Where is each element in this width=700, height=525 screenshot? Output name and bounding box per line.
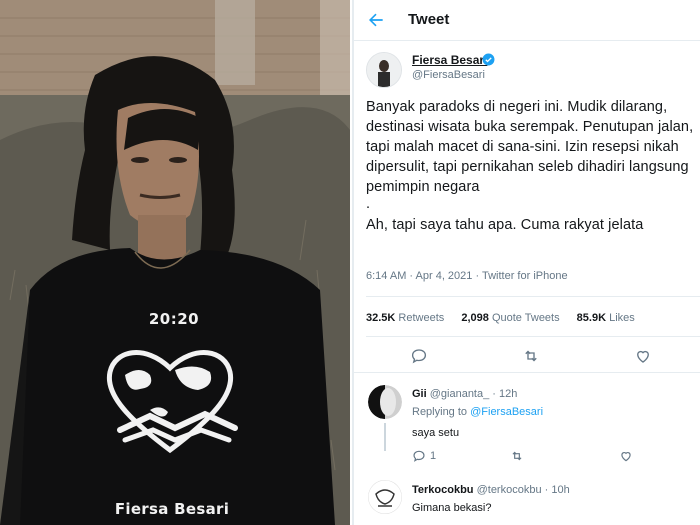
thread-line (384, 423, 386, 451)
tweet-line: pemimpin negara (366, 179, 480, 195)
reply-text: Gimana bekasi? (412, 502, 492, 514)
likes-stat[interactable]: 85.9K Likes (577, 312, 635, 324)
avatar-image (367, 53, 401, 87)
replying-to: Replying to @FiersaBesari (412, 406, 543, 418)
replying-prefix: Replying to (412, 406, 468, 418)
reply-author: Terkocokbu @terkocokbu · 10h (412, 484, 570, 496)
avatar-image (368, 480, 402, 514)
reply-handle: @giananta_ · 12h (429, 388, 518, 400)
author-handle[interactable]: @FiersaBesari (412, 69, 485, 81)
tweet-line: tapi malah macet di sana-sini. Izin rese… (366, 139, 679, 155)
tweet-last-line: Ah, tapi saya tahu apa. Cuma rakyat jela… (366, 217, 644, 233)
author-name[interactable]: Fiersa Besari (412, 53, 487, 67)
retweets-label: Retweets (398, 312, 445, 324)
tweet-panel: Tweet Fiersa Besari @FiersaBesari Banyak… (352, 0, 700, 525)
divider (366, 336, 700, 337)
reply-avatar[interactable] (368, 385, 402, 419)
tweet-stats: 32.5K Retweets 2,098 Quote Tweets 85.9K … (366, 312, 649, 324)
retweets-stat[interactable]: 32.5K Retweets (366, 312, 444, 324)
tweet-line: destinasi wisata buka serempak. Penutupa… (366, 119, 694, 135)
tweet-line: Banyak paradoks di negeri ini. Mudik dil… (366, 99, 668, 115)
like-icon[interactable] (619, 449, 633, 463)
tweet-line: dipersulit, tapi pernikahan seleb dihadi… (366, 159, 689, 175)
reply-icon[interactable] (410, 347, 428, 365)
divider (354, 372, 700, 373)
retweet-icon[interactable] (510, 449, 524, 463)
divider (366, 296, 700, 297)
reply-handle: @terkocokbu · 10h (476, 484, 570, 496)
reply-author: Gii @giananta_ · 12h (412, 388, 517, 400)
shirt-brand-text: Fiersa Besari (114, 500, 230, 518)
reply-text: saya setu (412, 427, 460, 439)
reply-avatar[interactable] (368, 480, 402, 514)
like-icon[interactable] (634, 347, 652, 365)
tweet-body: Banyak paradoks di negeri ini. Mudik dil… (366, 97, 700, 235)
tweet-dot: . (366, 196, 371, 212)
reply-icon[interactable] (412, 449, 426, 463)
retweet-icon[interactable] (522, 347, 540, 365)
reply-author-name[interactable]: Gii (412, 388, 427, 400)
reply-author-name[interactable]: Terkocokbu (412, 484, 474, 496)
tweet-actions (354, 347, 700, 369)
retweets-count: 32.5K (366, 312, 396, 324)
page-title: Tweet (408, 11, 450, 28)
likes-count: 85.9K (576, 312, 607, 324)
reply-item[interactable]: Gii @giananta_ · 12h Replying to @Fiersa… (354, 385, 700, 475)
news-photo: 20:20 Fiersa Besari (0, 0, 350, 525)
tweet-header: Tweet (354, 0, 700, 41)
shirt-clock-text: 20:20 (148, 310, 200, 328)
tweet-timestamp[interactable]: 6:14 AM · Apr 4, 2021 · Twitter for iPho… (366, 270, 568, 282)
photo-illustration (0, 0, 350, 525)
reply-item[interactable]: Terkocokbu @terkocokbu · 10h Gimana beka… (354, 480, 700, 525)
verified-badge-icon (482, 53, 495, 66)
likes-label: Likes (609, 312, 635, 324)
author-avatar[interactable] (366, 52, 402, 88)
quote-tweets-label: Quote Tweets (491, 312, 560, 324)
avatar-image (368, 385, 402, 419)
arrow-left-icon[interactable] (366, 10, 386, 30)
replying-to-link[interactable]: @FiersaBesari (470, 406, 543, 418)
reply-count: 1 (430, 450, 437, 462)
quote-tweets-stat[interactable]: 2,098 Quote Tweets (461, 312, 559, 324)
quote-tweets-count: 2,098 (461, 312, 489, 324)
